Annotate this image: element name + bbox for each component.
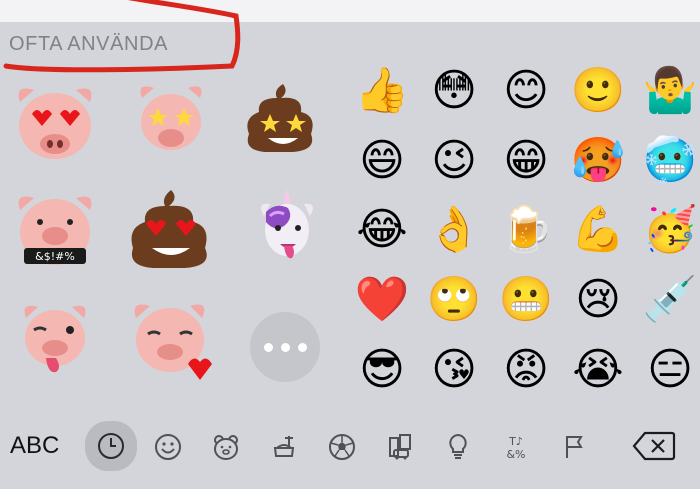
emoji-glyph: ❤️ — [354, 274, 410, 325]
emoji-man-shrugging[interactable]: 🤷‍♂️ — [640, 61, 700, 121]
backspace-icon — [632, 431, 676, 461]
emoji-loudly-crying-face[interactable]: 😭 — [568, 340, 628, 400]
tab-food[interactable] — [259, 424, 309, 470]
emoji-glyph: 😘 — [431, 344, 477, 395]
more-memoji-button[interactable] — [250, 312, 320, 382]
emoji-glyph: 🍺 — [498, 204, 554, 255]
emoji-glyph: 😬 — [498, 274, 554, 325]
censored-text: &$!#% — [35, 250, 75, 263]
emoji-smiling-face[interactable]: 😊 — [496, 61, 556, 121]
emoji-flexed-biceps[interactable]: 💪 — [568, 200, 628, 260]
smiley-icon — [155, 434, 181, 460]
more-dot — [280, 342, 290, 352]
bear-icon — [214, 435, 238, 460]
emoji-expressionless-face[interactable]: 😑 — [640, 340, 700, 400]
emoji-cold-face[interactable]: 🥶 — [640, 131, 700, 191]
memoji-pig-kiss-heart[interactable] — [126, 298, 218, 386]
clock-icon — [98, 433, 124, 459]
emoji-grimacing-face[interactable]: 😬 — [496, 270, 556, 330]
tab-recent[interactable] — [85, 421, 137, 471]
emoji-glyph: 🙂 — [570, 65, 626, 116]
emoji-angry-face[interactable]: 😡 — [496, 340, 556, 400]
emoji-beaming-face[interactable]: 😁 — [496, 131, 556, 191]
memoji-pig-star-eyes[interactable] — [132, 80, 210, 158]
emoji-beer-mug[interactable]: 🍺 — [496, 200, 556, 260]
svg-text:T♪: T♪ — [508, 435, 523, 448]
section-title-frequently-used: OFTA ANVÄNDA — [9, 33, 169, 55]
flag-icon — [566, 436, 583, 458]
tab-smileys[interactable] — [143, 424, 193, 470]
emoji-glyph: 😊 — [503, 65, 549, 116]
memoji-poo-heart-eyes[interactable] — [128, 186, 214, 274]
tab-symbols[interactable]: T♪ &% — [491, 424, 541, 470]
tab-objects[interactable] — [433, 424, 483, 470]
emoji-glyph: 👍 — [354, 65, 410, 116]
abc-button[interactable]: ABC — [10, 432, 59, 460]
emoji-tears-of-joy[interactable]: 😂 — [352, 200, 412, 260]
emoji-rolling-eyes[interactable]: 🙄 — [424, 270, 484, 330]
tab-flags[interactable] — [549, 424, 599, 470]
emoji-thumbs-up[interactable]: 👍 — [352, 61, 412, 121]
emoji-grinning-face[interactable]: 😄 — [352, 131, 412, 191]
emoji-crying-face[interactable]: 😢 — [568, 270, 628, 330]
emoji-glyph: 😉 — [431, 135, 477, 186]
emoji-glyph: 😂 — [356, 204, 408, 255]
emoji-glyph: 🥵 — [570, 135, 626, 186]
emoji-ok-hand[interactable]: 👌 — [424, 200, 484, 260]
symbols-icon: T♪&% — [506, 435, 525, 461]
soccer-ball-icon — [329, 434, 355, 460]
memoji-poo-star-eyes[interactable] — [246, 80, 320, 156]
top-bar — [0, 0, 700, 22]
emoji-glyph: 🙄 — [426, 274, 482, 325]
emoji-glyph: 🤷‍♂️ — [642, 65, 698, 116]
emoji-glyph: 😎 — [359, 344, 405, 395]
emoji-glyph: 💉 — [642, 274, 698, 325]
memoji-unicorn-tongue[interactable] — [254, 186, 320, 274]
tab-travel[interactable] — [375, 424, 425, 470]
emoji-glyph: 😢 — [575, 274, 621, 325]
lightbulb-icon — [449, 433, 467, 459]
memoji-pig-wink-tongue[interactable] — [16, 298, 94, 380]
memoji-pig-heart-eyes[interactable] — [8, 80, 102, 166]
emoji-syringe[interactable]: 💉 — [640, 270, 700, 330]
emoji-hot-face[interactable]: 🥵 — [568, 131, 628, 191]
emoji-glyph: 💪 — [570, 204, 626, 255]
emoji-red-heart[interactable]: ❤️ — [352, 270, 412, 330]
tab-animals[interactable] — [201, 424, 251, 470]
emoji-glyph: 👌 — [426, 204, 482, 255]
emoji-sunglasses-face[interactable]: 😎 — [352, 340, 412, 400]
food-icon — [273, 436, 295, 457]
tab-activity[interactable] — [317, 424, 367, 470]
emoji-winking-face[interactable]: 😉 — [424, 131, 484, 191]
emoji-glyph: 🥶 — [642, 135, 698, 186]
emoji-glyph: 😄 — [359, 135, 405, 186]
emoji-glyph: 😭 — [572, 344, 624, 395]
emoji-glyph: 😑 — [647, 344, 693, 395]
svg-text:&%: &% — [506, 448, 525, 461]
emoji-kissing-face[interactable]: 😘 — [424, 340, 484, 400]
memoji-pig-censored[interactable]: &$!#% — [10, 188, 100, 272]
emoji-glyph: 🥳 — [642, 204, 698, 255]
emoji-glyph: 😡 — [503, 344, 549, 395]
delete-button[interactable] — [632, 430, 676, 462]
emoji-glyph: 😁 — [503, 135, 549, 186]
emoji-partying-face[interactable]: 🥳 — [640, 200, 700, 260]
emoji-flushed-face[interactable]: 😳 — [424, 61, 484, 121]
more-dot — [263, 342, 273, 352]
emoji-glyph: 😳 — [431, 65, 477, 116]
emoji-slightly-smiling-face[interactable]: 🙂 — [568, 61, 628, 121]
buildings-icon — [389, 434, 411, 460]
more-dot — [297, 342, 307, 352]
